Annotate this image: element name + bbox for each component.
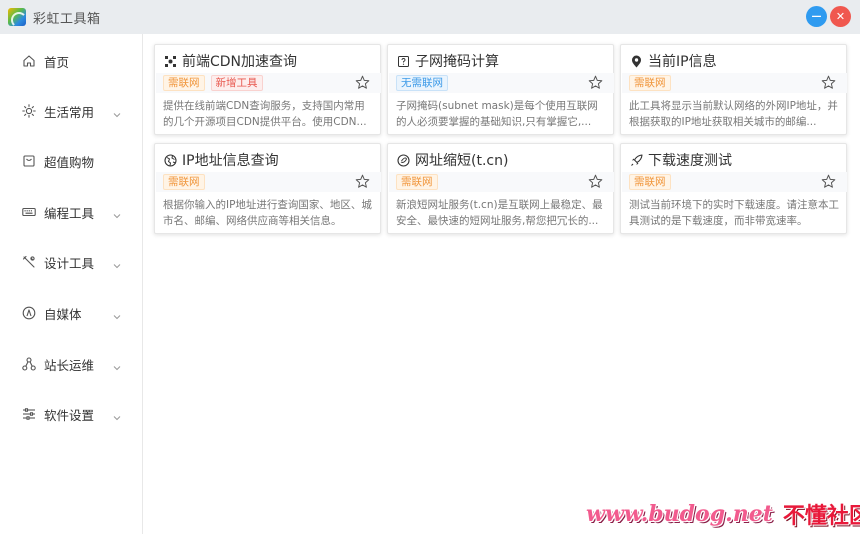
subnet-icon [396, 54, 410, 68]
star-icon[interactable] [821, 174, 836, 189]
card-title: 下载速度测试 [648, 153, 732, 169]
card-description: 测试当前环境下的实时下载速度。请注意本工具测试的是下载速度，而非带宽速率。 [629, 199, 839, 227]
cdn-icon [163, 54, 177, 68]
card-tags: 需联网 [156, 172, 381, 192]
star-icon[interactable] [821, 75, 836, 90]
compass-icon [22, 306, 36, 320]
sidebar-item-shopping[interactable]: 超值购物 [0, 141, 142, 181]
close-icon: ✕ [835, 10, 846, 23]
card-title: IP地址信息查询 [182, 153, 279, 169]
watermark-url: www.budog.net [586, 501, 773, 527]
card-title: 网址缩短(t.cn) [415, 153, 509, 169]
watermark-text: 不懂社区 [782, 504, 860, 529]
sidebar-item-daily[interactable]: 生活常用 [0, 91, 142, 131]
rocket-icon [629, 153, 643, 167]
sidebar-item-programming[interactable]: 编程工具 [0, 192, 142, 232]
tool-card-ip-lookup[interactable]: IP地址信息查询 需联网 根据你输入的IP地址进行查询国家、地区、城市名、邮编、… [154, 143, 381, 234]
card-tags: 需联网 [622, 172, 847, 192]
card-tags: 需联网 [389, 172, 614, 192]
sidebar: 首页 生活常用 超值购物 编程工具 设计工具 自媒体 站长运维 软件设置 [0, 34, 143, 534]
tool-card-subnet[interactable]: 子网掩码计算 无需联网 子网掩码(subnet mask)是每个使用互联网的人必… [387, 44, 614, 135]
sidebar-item-label: 设计工具 [44, 255, 95, 271]
sidebar-item-label: 生活常用 [44, 104, 95, 120]
card-description: 提供在线前端CDN查询服务，支持国内常用的几个开源项目CDN提供平台。使用CDN… [163, 100, 367, 128]
sidebar-item-label: 编程工具 [44, 205, 95, 221]
minimize-button[interactable]: — [806, 6, 827, 27]
tool-grid: 前端CDN加速查询 需联网 新增工具 提供在线前端CDN查询服务，支持国内常用的… [143, 34, 860, 534]
sidebar-item-design[interactable]: 设计工具 [0, 242, 142, 282]
settings-sliders-icon [22, 407, 36, 421]
star-icon[interactable] [588, 174, 603, 189]
card-title: 前端CDN加速查询 [182, 54, 298, 70]
star-icon[interactable] [355, 174, 370, 189]
sidebar-item-label: 软件设置 [44, 407, 95, 423]
card-description: 新浪短网址服务(t.cn)是互联网上最稳定、最安全、最快速的短网址服务,帮您把冗… [396, 199, 603, 227]
close-button[interactable]: ✕ [830, 6, 851, 27]
sidebar-item-home[interactable]: 首页 [0, 41, 142, 81]
app-title: 彩虹工具箱 [33, 11, 101, 27]
sidebar-item-webmaster[interactable]: 站长运维 [0, 344, 142, 384]
tag-badge: 新增工具 [210, 75, 263, 91]
card-title: 当前IP信息 [648, 54, 717, 70]
sun-icon [22, 104, 36, 118]
card-description: 此工具将显示当前默认网络的外网IP地址，并根据获取的IP地址获取相关城市的邮编.… [629, 100, 838, 128]
home-icon [22, 54, 36, 68]
keyboard-icon [22, 205, 36, 219]
shopping-icon [22, 154, 36, 168]
card-tags: 需联网 [622, 73, 847, 93]
tool-card-speed-test[interactable]: 下载速度测试 需联网 测试当前环境下的实时下载速度。请注意本工具测试的是下载速度… [620, 143, 847, 234]
sidebar-item-label: 首页 [44, 54, 70, 70]
tag-badge: 需联网 [629, 174, 671, 190]
tool-card-url-shortener[interactable]: 网址缩短(t.cn) 需联网 新浪短网址服务(t.cn)是互联网上最稳定、最安全… [387, 143, 614, 234]
tag-badge: 需联网 [396, 174, 438, 190]
card-tags: 需联网 新增工具 [156, 73, 381, 93]
chevron-down-icon [112, 206, 122, 219]
sidebar-item-label: 站长运维 [44, 357, 95, 373]
link-icon [396, 153, 410, 167]
location-pin-icon [629, 54, 643, 68]
globe-icon [163, 153, 177, 167]
chevron-down-icon [112, 358, 122, 371]
tag-badge: 需联网 [163, 75, 205, 91]
app-logo [8, 8, 26, 26]
design-tools-icon [22, 255, 36, 269]
card-description: 根据你输入的IP地址进行查询国家、地区、城市名、邮编、网络供应商等相关信息。 [163, 199, 372, 227]
star-icon[interactable] [355, 75, 370, 90]
tag-badge: 无需联网 [396, 75, 448, 91]
title-bar: 彩虹工具箱 — ✕ [0, 0, 860, 34]
network-icon [22, 357, 36, 371]
minimize-icon: — [811, 10, 822, 22]
chevron-down-icon [112, 408, 122, 421]
chevron-down-icon [112, 105, 122, 118]
chevron-down-icon [112, 256, 122, 269]
card-tags: 无需联网 [389, 73, 614, 93]
tool-card-cdn[interactable]: 前端CDN加速查询 需联网 新增工具 提供在线前端CDN查询服务，支持国内常用的… [154, 44, 381, 135]
card-description: 子网掩码(subnet mask)是每个使用互联网的人必须要掌握的基础知识,只有… [396, 100, 598, 128]
tag-badge: 需联网 [629, 75, 671, 91]
chevron-down-icon [112, 307, 122, 320]
sidebar-item-label: 超值购物 [44, 154, 95, 170]
card-title: 子网掩码计算 [415, 54, 499, 70]
star-icon[interactable] [588, 75, 603, 90]
sidebar-item-label: 自媒体 [44, 306, 82, 322]
sidebar-item-settings[interactable]: 软件设置 [0, 394, 142, 434]
tag-badge: 需联网 [163, 174, 205, 190]
sidebar-item-media[interactable]: 自媒体 [0, 293, 142, 333]
watermark: www.budog.net 不懂社区 [586, 500, 860, 529]
tool-card-current-ip[interactable]: 当前IP信息 需联网 此工具将显示当前默认网络的外网IP地址，并根据获取的IP地… [620, 44, 847, 135]
